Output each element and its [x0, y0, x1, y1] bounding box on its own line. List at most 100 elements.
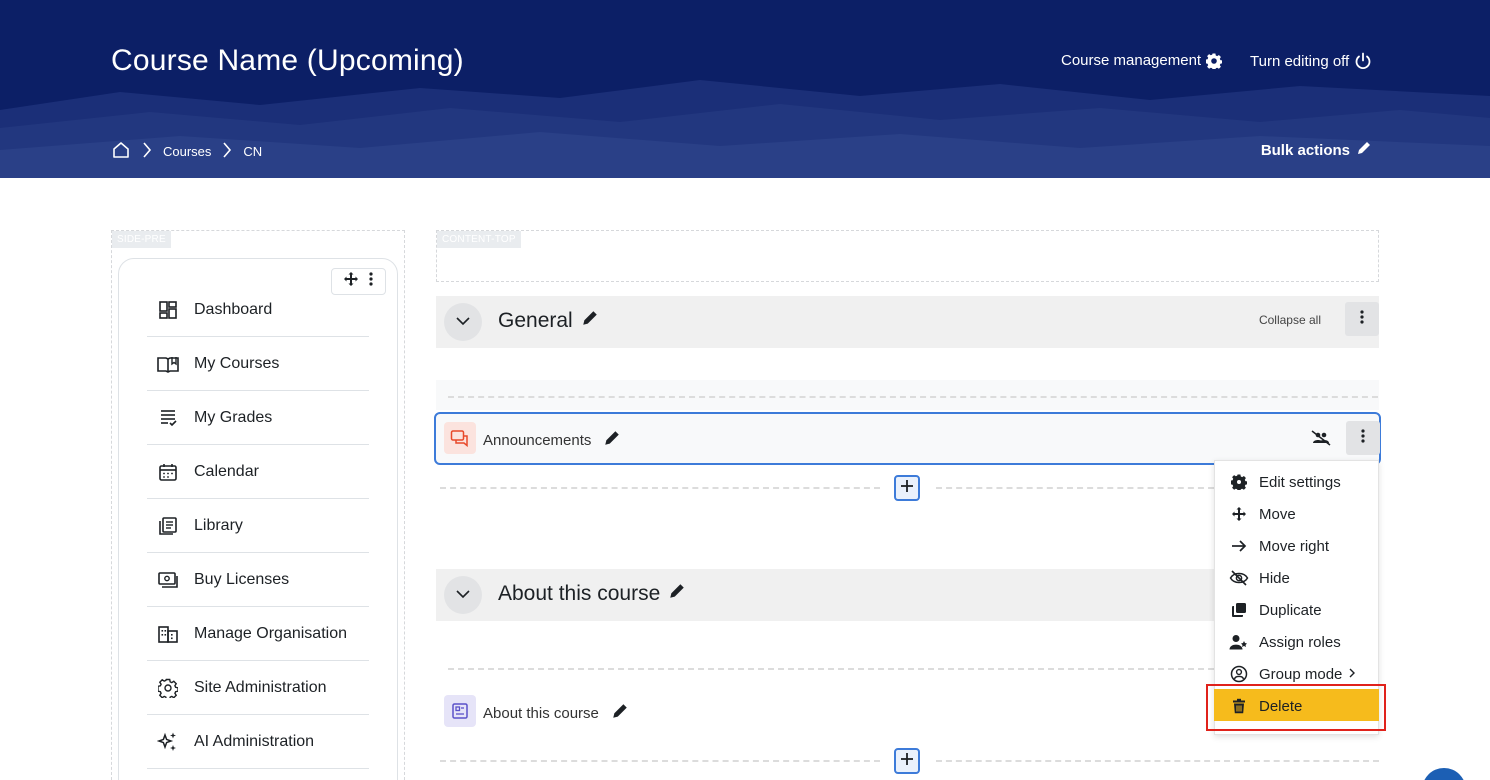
menu-item-move[interactable]: Move	[1229, 504, 1296, 524]
section-divider	[448, 396, 1378, 398]
grades-list-icon	[156, 406, 180, 430]
breadcrumb: Courses CN	[111, 140, 262, 163]
eye-slash-icon	[1229, 568, 1249, 588]
menu-item-hide[interactable]: Hide	[1229, 568, 1290, 588]
section-collapse-toggle[interactable]	[444, 303, 482, 341]
chevron-down-icon	[455, 586, 471, 604]
turn-editing-off-label: Turn editing off	[1250, 52, 1350, 70]
add-divider-right	[936, 760, 1379, 762]
sidebar-item-label: Calendar	[194, 462, 259, 480]
sidebar-item-label: Dashboard	[194, 300, 273, 318]
sparkles-icon	[156, 730, 180, 754]
menu-item-group-mode[interactable]: Group mode	[1229, 664, 1356, 684]
chevron-right-icon	[1348, 666, 1356, 683]
home-icon[interactable]	[111, 140, 131, 163]
gear-icon	[1206, 53, 1223, 69]
course-page: Course Name (Upcoming) Course management…	[0, 0, 1490, 780]
sidebar-item-buy-licenses[interactable]: Buy Licenses	[147, 553, 369, 607]
sidebar-item-label: Site Administration	[194, 678, 327, 696]
pencil-icon	[1356, 140, 1372, 160]
licenses-icon	[156, 568, 180, 592]
user-roles-icon	[1229, 632, 1249, 652]
section-summary-area	[436, 380, 1379, 410]
pencil-icon[interactable]	[611, 702, 629, 724]
sidebar-item-dashboard[interactable]: Dashboard	[147, 283, 369, 337]
activity-name-about[interactable]: About this course	[483, 702, 629, 724]
kebab-menu-icon	[1359, 309, 1365, 330]
menu-item-assign-roles[interactable]: Assign roles	[1229, 632, 1341, 652]
calendar-icon	[156, 460, 180, 484]
section-title-text: About this course	[498, 582, 661, 605]
pencil-icon[interactable]	[603, 429, 621, 451]
section-divider	[448, 668, 1214, 670]
add-activity-button[interactable]	[894, 748, 920, 774]
menu-item-label: Move right	[1259, 537, 1330, 555]
sidebar-item-my-courses[interactable]: My Courses	[147, 337, 369, 391]
side-pre-label: SIDE-PRE	[112, 231, 171, 248]
help-floating-button[interactable]	[1422, 768, 1466, 780]
sidebar-item-manage-organisation[interactable]: Manage Organisation	[147, 607, 369, 661]
menu-item-move-right[interactable]: Move right	[1229, 536, 1329, 556]
menu-item-label: Group mode	[1259, 665, 1343, 683]
collapse-all-link[interactable]: Collapse all	[1259, 313, 1321, 327]
section-title-about: About this course	[498, 582, 686, 606]
bulk-actions-button[interactable]: Bulk actions	[1261, 140, 1372, 160]
chevron-right-icon	[141, 141, 153, 162]
plus-icon	[900, 752, 914, 771]
activity-menu-button[interactable]	[1346, 421, 1380, 455]
menu-item-edit-settings[interactable]: Edit settings	[1229, 472, 1341, 492]
sidebar-item-calendar[interactable]: Calendar	[147, 445, 369, 499]
sidebar-item-label: My Courses	[194, 354, 280, 372]
arrow-right-icon	[1229, 536, 1249, 556]
section-header-general: General Collapse all	[436, 296, 1379, 348]
sidebar-item-label: AI Administration	[194, 732, 315, 750]
kebab-menu-icon	[1360, 428, 1366, 449]
add-divider-left	[440, 760, 880, 762]
course-management-label: Course management	[1061, 52, 1202, 69]
book-open-icon	[156, 352, 180, 376]
activity-name-text: Announcements	[483, 431, 592, 449]
sidebar-item-library[interactable]: Library	[147, 499, 369, 553]
gear-icon	[1229, 472, 1249, 492]
organisation-icon	[156, 622, 180, 646]
forum-icon	[444, 422, 476, 454]
menu-item-label: Assign roles	[1259, 633, 1341, 651]
section-title-general: General	[498, 309, 599, 333]
dashboard-icon	[156, 298, 180, 322]
pencil-icon[interactable]	[581, 309, 599, 333]
course-header: Course Name (Upcoming) Course management…	[0, 0, 1490, 178]
sidebar-item-label: Buy Licenses	[194, 570, 290, 588]
power-icon	[1354, 52, 1372, 70]
sidebar-item-label: My Grades	[194, 408, 273, 426]
menu-item-label: Move	[1259, 505, 1296, 523]
course-management-button[interactable]: Course management	[1061, 52, 1223, 69]
sidebar-item-label: Library	[194, 516, 243, 534]
menu-item-label: Hide	[1259, 569, 1290, 587]
chevron-right-icon	[221, 141, 233, 162]
move-arrows-icon	[1229, 504, 1249, 524]
pencil-icon[interactable]	[668, 582, 686, 606]
content-top-region: CONTENT-TOP	[436, 230, 1379, 282]
group-mode-status-icon[interactable]	[1310, 428, 1332, 448]
section-collapse-toggle[interactable]	[444, 576, 482, 614]
menu-item-label: Duplicate	[1259, 601, 1322, 619]
section-title-text: General	[498, 309, 573, 332]
breadcrumb-courses-link[interactable]: Courses	[163, 144, 211, 159]
turn-editing-off-button[interactable]: Turn editing off	[1250, 52, 1372, 70]
menu-item-duplicate[interactable]: Duplicate	[1229, 600, 1322, 620]
copy-icon	[1229, 600, 1249, 620]
section-menu-button[interactable]	[1345, 302, 1379, 336]
sidebar-item-site-administration[interactable]: Site Administration	[147, 661, 369, 715]
activity-name-text: About this course	[483, 704, 599, 722]
breadcrumb-course-link[interactable]: CN	[243, 144, 262, 159]
page-title: Course Name (Upcoming)	[111, 44, 464, 77]
activity-name-announcements[interactable]: Announcements	[483, 429, 621, 451]
plus-icon	[900, 479, 914, 498]
sidebar-item-my-grades[interactable]: My Grades	[147, 391, 369, 445]
add-activity-button[interactable]	[894, 475, 920, 501]
kebab-menu-icon[interactable]	[368, 271, 374, 292]
library-icon	[156, 514, 180, 538]
sidebar-item-ai-administration[interactable]: AI Administration	[147, 715, 369, 769]
page-icon	[444, 695, 476, 727]
add-divider-left	[440, 487, 880, 489]
